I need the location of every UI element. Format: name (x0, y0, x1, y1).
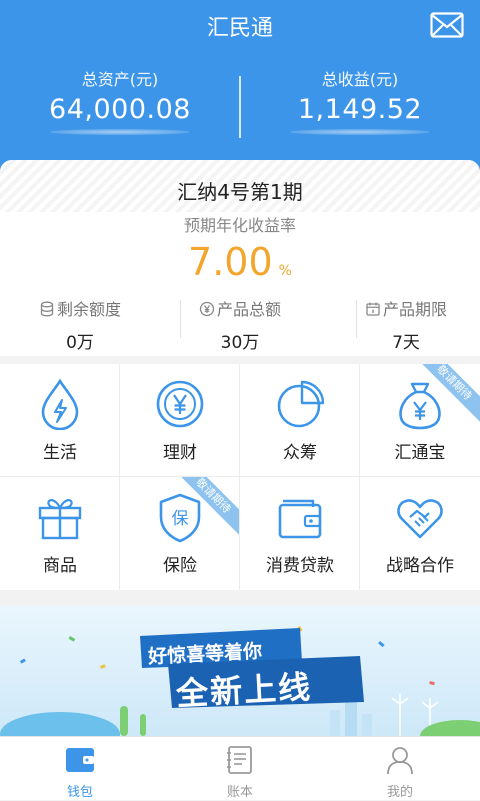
total-income-label: 总收益(元) (321, 70, 399, 89)
gift-icon (38, 499, 82, 540)
rate-label: 预期年化收益率 (183, 216, 296, 235)
total-income-value: 1,149.52 (297, 94, 423, 125)
tab-wallet[interactable]: 钱包 (0, 737, 160, 801)
remaining-label: 剩余额度 (56, 300, 121, 319)
grid-item-label: 理财 (163, 443, 197, 463)
product-total-value: 30万 (220, 333, 260, 353)
product-card[interactable]: 汇纳4号第1期 预期年化收益率 7.00% 剩余额度 0万 产品总额 30万 产… (0, 160, 480, 356)
handshake-icon (397, 499, 443, 539)
total-assets-value: 64,000.08 (49, 94, 191, 125)
pie-chart-icon (277, 380, 325, 428)
grid-item-life[interactable]: 生活 (0, 364, 120, 477)
product-term-label: 产品期限 (382, 300, 447, 319)
tab-bar: 钱包 账本 我的 (0, 736, 480, 800)
grid-item-insurance[interactable]: 保 保险 敬请期待 (120, 477, 240, 590)
glow-underline (290, 129, 430, 135)
total-assets-label: 总资产(元) (81, 70, 159, 89)
database-icon (40, 301, 54, 317)
grid-item-label: 消费贷款 (266, 556, 334, 576)
glow-underline (50, 129, 190, 135)
grid-item-goods[interactable]: 商品 (0, 477, 120, 590)
user-icon (387, 747, 413, 775)
product-total: 产品总额 30万 (160, 296, 320, 353)
grid-item-label: 商品 (43, 556, 77, 576)
rate-unit: % (278, 263, 292, 279)
grid-item-label: 汇通宝 (394, 443, 446, 463)
wallet-icon (278, 499, 322, 539)
tab-label: 我的 (386, 785, 413, 800)
app-title: 汇民通 (206, 16, 273, 41)
grid-item-label: 战略合作 (386, 556, 454, 576)
rate-value: 7.00 (188, 240, 273, 284)
product-term-value: 7天 (392, 333, 420, 353)
shield-badge: 保 (172, 509, 189, 529)
grid-item-partnership[interactable]: 战略合作 (360, 477, 480, 590)
ledger-icon (227, 746, 252, 774)
promo-banner[interactable]: 好惊喜等着你 全新上线 (0, 606, 480, 736)
wallet-icon (66, 748, 94, 772)
grid-item-huitongbao[interactable]: 汇通宝 敬请期待 (360, 364, 480, 477)
grid-item-crowdfunding[interactable]: 众筹 (240, 364, 360, 477)
grid-item-label: 众筹 (283, 443, 317, 463)
total-income[interactable]: 总收益(元) 1,149.52 (260, 66, 460, 135)
remaining-amount: 剩余额度 0万 (0, 296, 160, 353)
tab-label: 账本 (226, 785, 253, 800)
product-name: 汇纳4号第1期 (177, 180, 303, 204)
grid-item-label: 保险 (163, 556, 197, 576)
grid-item-consumer-loan[interactable]: 消费贷款 (240, 477, 360, 590)
feature-grid: 生活 理财 众筹 汇通宝 敬请期待 商品 保 保险 敬请期待 消费贷款 战略合作 (0, 364, 480, 590)
tab-ledger[interactable]: 账本 (160, 737, 320, 801)
calendar-icon (366, 302, 380, 316)
mail-icon[interactable] (430, 12, 464, 38)
tab-profile[interactable]: 我的 (320, 737, 480, 801)
tab-label: 钱包 (66, 785, 93, 800)
yen-circle-icon (199, 301, 215, 317)
product-term: 产品期限 7天 (326, 296, 480, 353)
money-bag-icon (399, 382, 441, 430)
rate: 7.00% (0, 240, 480, 284)
remaining-value: 0万 (66, 333, 94, 353)
water-lightning-icon (41, 378, 79, 430)
grid-item-finance[interactable]: 理财 (120, 364, 240, 477)
product-total-label: 产品总额 (216, 300, 281, 319)
grid-item-label: 生活 (43, 443, 77, 463)
yen-coin-icon (156, 380, 204, 428)
shield-icon: 保 (159, 493, 201, 543)
header-divider (239, 76, 241, 138)
header: 汇民通 总资产(元) 64,000.08 总收益(元) 1,149.52 (0, 0, 480, 172)
total-assets[interactable]: 总资产(元) 64,000.08 (20, 66, 220, 135)
